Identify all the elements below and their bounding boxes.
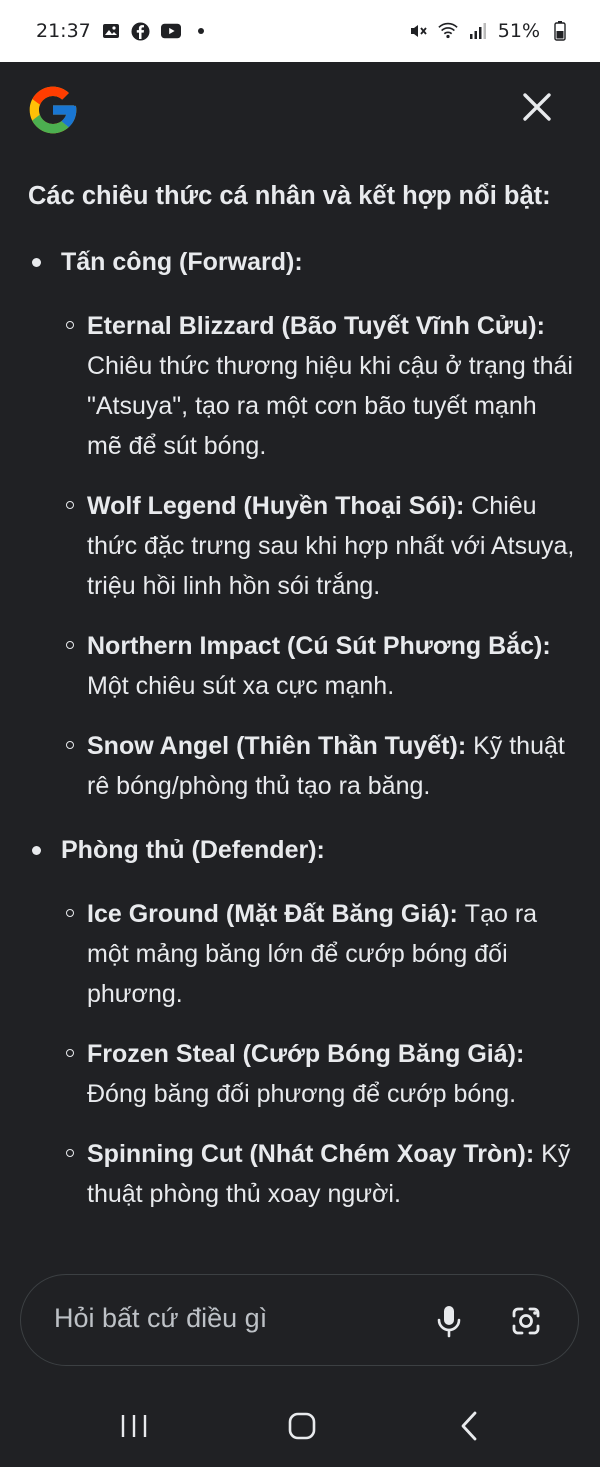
item-name: Snow Angel (Thiên Thần Tuyết): [87, 732, 474, 760]
home-button[interactable] [282, 1406, 322, 1446]
search-bar[interactable]: Hỏi bất cứ điều gì [20, 1274, 579, 1366]
battery-percent: 51% [497, 20, 540, 42]
close-icon [523, 93, 551, 121]
item-name: Frozen Steal (Cướp Bóng Băng Giá): [87, 1040, 525, 1068]
mic-button[interactable] [429, 1301, 469, 1341]
facebook-notification-icon [131, 21, 151, 41]
bullet-circle [66, 501, 74, 509]
google-g-logo [25, 82, 81, 138]
list-item: Wolf Legend (Huyền Thoại Sói): Chiêu thứ… [61, 486, 576, 606]
item-name: Spinning Cut (Nhát Chém Xoay Tròn): [87, 1140, 542, 1168]
item-name: Wolf Legend (Huyền Thoại Sói): [87, 492, 472, 520]
item-description: Chiêu thức thương hiệu khi cậu ở trạng t… [87, 352, 573, 460]
gallery-notification-icon [101, 21, 121, 41]
back-button[interactable] [450, 1406, 490, 1446]
youtube-notification-icon [160, 21, 181, 41]
mute-icon [408, 21, 428, 41]
bullet-circle [66, 909, 74, 917]
home-icon [288, 1412, 316, 1440]
top-bar [0, 62, 600, 152]
section-forward: Tấn công (Forward): Eternal Blizzard (Bã… [28, 242, 576, 806]
item-name: Eternal Blizzard (Bão Tuyết Vĩnh Cửu): [87, 312, 545, 340]
mic-icon [437, 1306, 461, 1338]
signal-icon [468, 21, 488, 41]
lens-camera-icon [512, 1307, 540, 1335]
bullet-circle [66, 741, 74, 749]
recents-button[interactable] [114, 1406, 154, 1446]
bullet-circle [66, 321, 74, 329]
section-defender: Phòng thủ (Defender): Ice Ground (Mặt Đấ… [28, 830, 576, 1214]
item-description: Một chiêu sút xa cực mạnh. [87, 672, 395, 700]
list-item: Northern Impact (Cú Sút Phương Bắc): Một… [61, 626, 576, 706]
section-title: Phòng thủ (Defender): [61, 836, 325, 864]
battery-icon [550, 21, 570, 41]
list-item: Spinning Cut (Nhát Chém Xoay Tròn): Kỹ t… [61, 1134, 576, 1214]
answer-content: Các chiêu thức cá nhân và kết hợp nổi bậ… [28, 176, 576, 1238]
status-bar: 21:37 51% [0, 0, 600, 62]
status-left: 21:37 [36, 20, 211, 42]
list-item: Snow Angel (Thiên Thần Tuyết): Kỹ thuật … [61, 726, 576, 806]
bullet-circle [66, 641, 74, 649]
bullet-disc [32, 258, 41, 267]
bullet-circle [66, 1049, 74, 1057]
section-title: Tấn công (Forward): [61, 248, 303, 276]
item-name: Northern Impact (Cú Sút Phương Bắc): [87, 632, 551, 660]
back-icon [461, 1411, 477, 1441]
answer-heading: Các chiêu thức cá nhân và kết hợp nổi bậ… [28, 182, 551, 210]
bullet-disc [32, 846, 41, 855]
list-item: Frozen Steal (Cướp Bóng Băng Giá): Đóng … [61, 1034, 576, 1114]
status-right: 51% [408, 20, 570, 42]
item-name: Ice Ground (Mặt Đất Băng Giá): [87, 900, 465, 928]
close-button[interactable] [516, 86, 558, 128]
bullet-circle [66, 1149, 74, 1157]
recents-icon [121, 1415, 147, 1437]
lens-button[interactable] [506, 1301, 546, 1341]
list-item: Eternal Blizzard (Bão Tuyết Vĩnh Cửu): C… [61, 306, 576, 466]
more-notifications-dot-icon [191, 21, 211, 41]
item-description: Đóng băng đối phương để cướp bóng. [87, 1080, 517, 1108]
status-time: 21:37 [36, 20, 91, 42]
wifi-icon [438, 21, 458, 41]
search-input[interactable]: Hỏi bất cứ điều gì [54, 1303, 267, 1334]
system-nav-bar [0, 1380, 600, 1467]
list-item: Ice Ground (Mặt Đất Băng Giá): Tạo ra mộ… [61, 894, 576, 1014]
